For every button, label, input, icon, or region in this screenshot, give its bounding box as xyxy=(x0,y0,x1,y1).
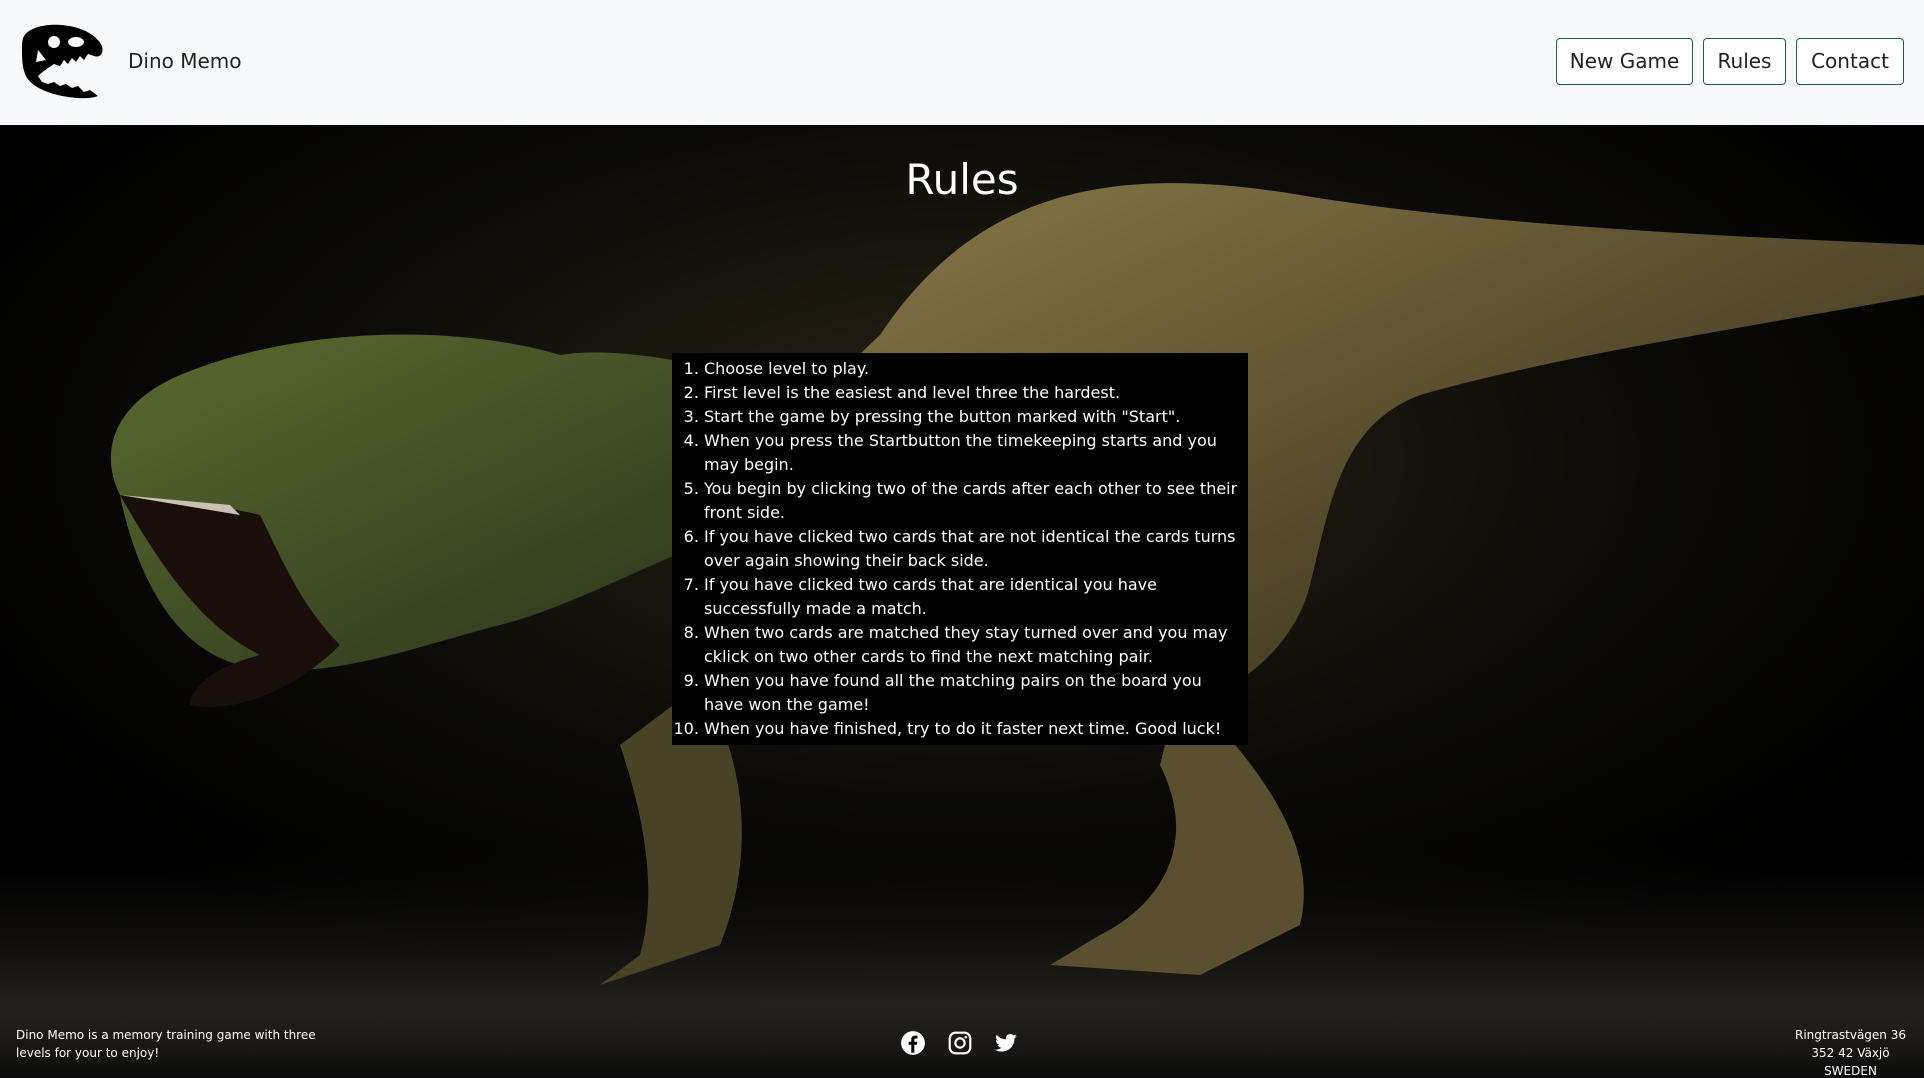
rule-item: When you have finished, try to do it fas… xyxy=(704,717,1240,741)
rule-item: Start the game by pressing the button ma… xyxy=(704,405,1240,429)
contact-button[interactable]: Contact xyxy=(1796,38,1904,85)
rules-list: Choose level to play. First level is the… xyxy=(672,357,1240,741)
address-street: Ringtrastvägen 36 xyxy=(1795,1028,1906,1042)
rule-item: You begin by clicking two of the cards a… xyxy=(704,477,1240,525)
rule-item: If you have clicked two cards that are i… xyxy=(704,573,1240,621)
new-game-button[interactable]: New Game xyxy=(1556,38,1693,85)
rules-button[interactable]: Rules xyxy=(1703,38,1786,85)
rules-page: Rules Choose level to play. First level … xyxy=(0,125,1924,1078)
rule-item: When you have found all the matching pai… xyxy=(704,669,1240,717)
rule-item: When you press the Startbutton the timek… xyxy=(704,429,1240,477)
rules-list-panel: Choose level to play. First level is the… xyxy=(672,353,1248,745)
footer-about-text: Dino Memo is a memory training game with… xyxy=(16,1028,316,1060)
footer-address: Ringtrastvägen 36 352 42 Växjö SWEDEN xyxy=(1795,1026,1906,1078)
brand-name[interactable]: Dino Memo xyxy=(128,46,242,76)
facebook-icon[interactable] xyxy=(900,1030,926,1056)
rule-item: First level is the easiest and level thr… xyxy=(704,381,1240,405)
rule-item: When two cards are matched they stay tur… xyxy=(704,621,1240,669)
twitter-icon[interactable] xyxy=(993,1030,1019,1056)
instagram-icon[interactable] xyxy=(947,1030,973,1056)
navbar: Dino Memo New Game Rules Contact xyxy=(0,0,1924,125)
rule-item: Choose level to play. xyxy=(704,357,1240,381)
dino-skull-logo-icon[interactable] xyxy=(18,20,106,102)
page-title: Rules xyxy=(905,155,1019,204)
address-country: SWEDEN xyxy=(1824,1064,1877,1078)
rule-item: If you have clicked two cards that are n… xyxy=(704,525,1240,573)
address-postal: 352 42 Växjö xyxy=(1811,1046,1890,1060)
